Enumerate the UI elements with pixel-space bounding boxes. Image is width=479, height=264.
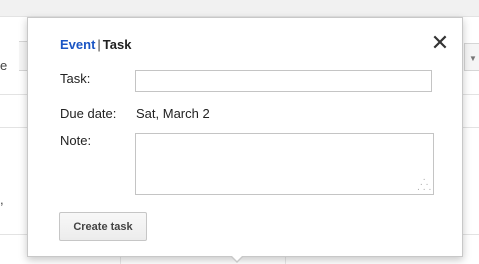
chevron-down-icon: ▼ bbox=[469, 54, 477, 63]
quick-add-task-bubble: Event | Task ✕ Task: Due date: Sat, March … bbox=[27, 17, 463, 257]
bubble-pointer-fill bbox=[231, 255, 243, 261]
create-task-button[interactable]: Create task bbox=[59, 212, 147, 241]
tab-event[interactable]: Event bbox=[60, 37, 95, 52]
note-label: Note: bbox=[60, 133, 92, 148]
due-date-label: Due date: bbox=[60, 106, 117, 121]
background-text-fragment: e bbox=[0, 58, 8, 73]
background-toolbar-band bbox=[0, 0, 479, 16]
tab-task: Task bbox=[102, 37, 132, 52]
close-icon[interactable]: ✕ bbox=[430, 32, 450, 54]
resize-grip-icon[interactable]: . . .. . . bbox=[417, 174, 431, 193]
task-label: Task: bbox=[60, 71, 91, 86]
note-textarea[interactable] bbox=[135, 133, 434, 195]
background-text-fragment: , bbox=[0, 192, 4, 207]
tab-separator: | bbox=[97, 37, 101, 52]
due-date-value: Sat, March 2 bbox=[136, 106, 210, 121]
bubble-tabs: Event | Task bbox=[60, 37, 131, 52]
task-title-input[interactable] bbox=[135, 70, 432, 92]
